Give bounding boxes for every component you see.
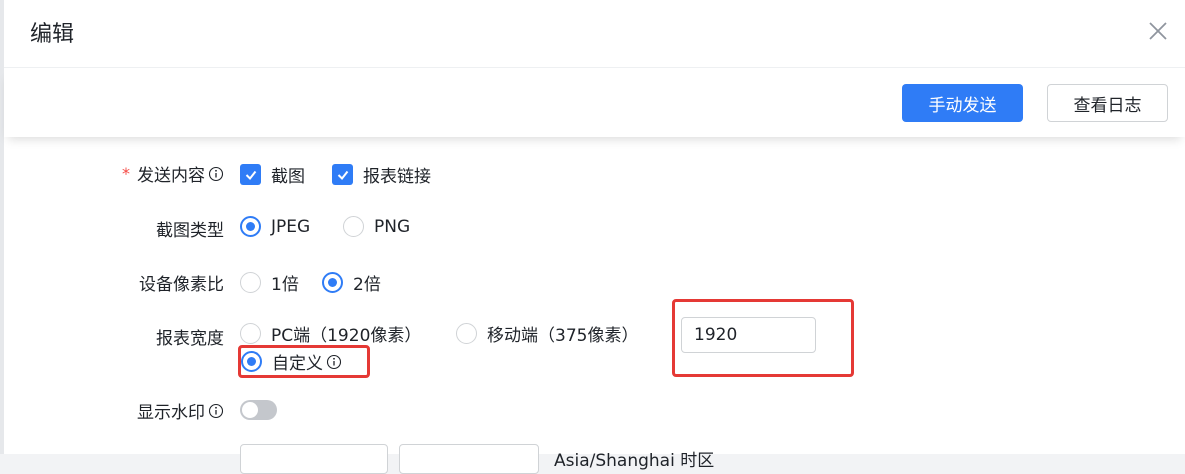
highlight-box-width-input — [672, 299, 854, 377]
radio-pc-width[interactable]: PC端（1920像素） — [240, 321, 421, 346]
pixel-ratio-label: 设备像素比 — [139, 275, 224, 295]
radio-label: JPEG — [271, 216, 311, 237]
radio-unchecked-icon — [343, 216, 364, 237]
radio-checked-icon — [322, 272, 343, 293]
checkbox-report-link[interactable]: 报表链接 — [332, 162, 431, 187]
required-star: * — [122, 164, 130, 183]
watermark-label-text: 显示水印 — [137, 403, 205, 423]
dialog-toolbar: 手动发送 查看日志 — [4, 69, 1185, 137]
radio-png[interactable]: PNG — [343, 216, 410, 237]
close-icon[interactable] — [1145, 18, 1171, 44]
radio-mobile-width[interactable]: 移动端（375像素） — [456, 321, 638, 346]
checkbox-label: 截图 — [271, 167, 305, 187]
radio-jpeg[interactable]: JPEG — [240, 216, 310, 237]
send-content-label: * 发送内容 — [122, 161, 224, 186]
checkbox-screenshot[interactable]: 截图 — [240, 162, 305, 187]
radio-label: PC端（1920像素） — [271, 326, 422, 346]
radio-unchecked-icon — [456, 323, 477, 344]
view-log-button[interactable]: 查看日志 — [1047, 84, 1168, 122]
timezone-label: Asia/Shanghai 时区 — [554, 451, 715, 471]
radio-unchecked-icon — [240, 272, 261, 293]
dialog-title: 编辑 — [30, 22, 75, 47]
send-content-label-text: 发送内容 — [137, 166, 205, 186]
radio-checked-icon — [240, 216, 261, 237]
radio-label: 1倍 — [271, 275, 299, 295]
manual-send-button[interactable]: 手动发送 — [902, 84, 1023, 122]
info-icon[interactable] — [208, 166, 224, 182]
radio-label: PNG — [374, 216, 411, 237]
checkbox-checked-icon — [240, 164, 261, 185]
dialog-header: 编辑 — [4, 0, 1185, 68]
highlight-box-custom-option — [238, 345, 370, 378]
radio-label: 移动端（375像素） — [487, 326, 639, 346]
edit-dialog: 编辑 手动发送 查看日志 * 发送内容 截图 报表链接 截图类型 JPEG PN… — [4, 0, 1185, 474]
date-input[interactable] — [240, 444, 388, 474]
watermark-toggle[interactable] — [240, 400, 277, 420]
checkbox-checked-icon — [332, 164, 353, 185]
radio-label: 2倍 — [353, 275, 381, 295]
screenshot-type-label: 截图类型 — [156, 221, 224, 241]
radio-1x[interactable]: 1倍 — [240, 270, 299, 295]
radio-unchecked-icon — [240, 323, 261, 344]
info-icon[interactable] — [208, 403, 224, 419]
time-input[interactable] — [399, 444, 539, 474]
watermark-label: 显示水印 — [137, 398, 224, 423]
checkbox-label: 报表链接 — [363, 167, 431, 187]
radio-2x[interactable]: 2倍 — [322, 270, 381, 295]
report-width-label: 报表宽度 — [156, 329, 224, 349]
